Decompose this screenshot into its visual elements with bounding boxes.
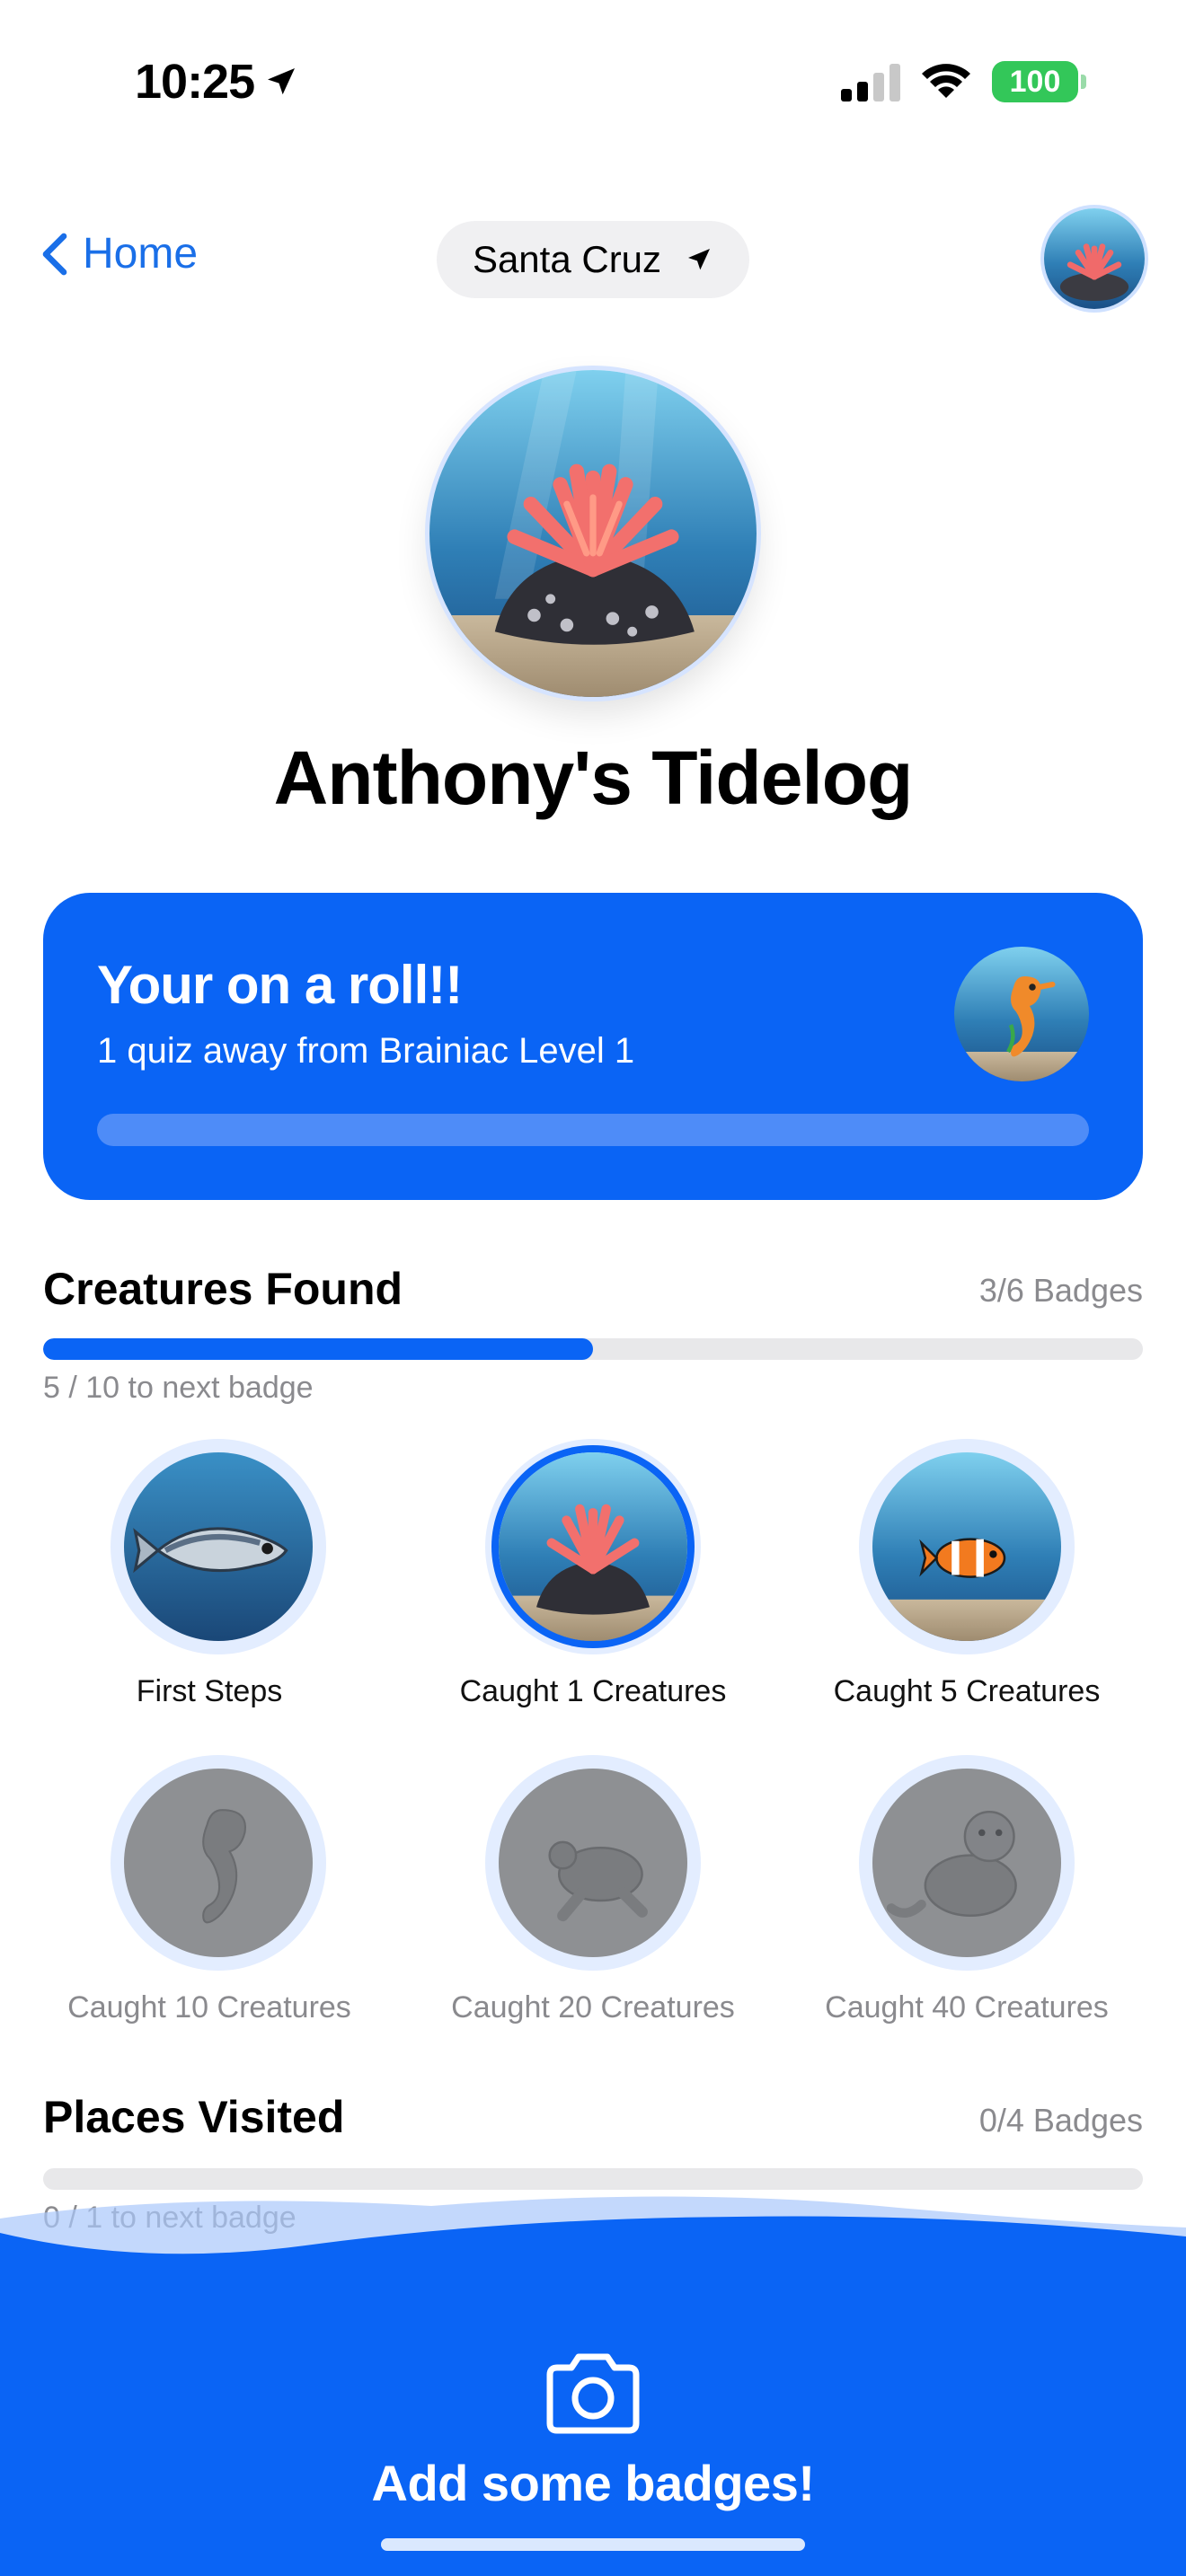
brainiac-badge: [954, 947, 1089, 1081]
badge-label: Caught 10 Creatures: [67, 1990, 351, 2025]
places-progress-bar: [43, 2168, 1143, 2190]
streak-card-subtitle: 1 quiz away from Brainiac Level 1: [97, 1031, 635, 1071]
status-time: 10:25: [135, 54, 299, 110]
status-indicators: 100: [841, 61, 1086, 102]
creatures-section-title: Creatures Found: [43, 1264, 403, 1314]
back-button-label: Home: [83, 230, 199, 278]
badge-first-steps[interactable]: [111, 1439, 326, 1654]
chevron-left-icon: [42, 233, 67, 275]
back-button[interactable]: Home: [40, 229, 198, 278]
location-arrow-icon: [268, 68, 296, 95]
location-arrow-icon: [688, 249, 711, 270]
profile-avatar-button[interactable]: [1044, 208, 1145, 309]
badge-caught-5[interactable]: [859, 1439, 1075, 1654]
badge-label: Caught 1 Creatures: [459, 1674, 727, 1708]
creatures-progress-label: 5 / 10 to next badge: [43, 1371, 314, 1405]
badge-caught-40[interactable]: [859, 1755, 1075, 1971]
location-selector[interactable]: Santa Cruz: [437, 221, 749, 298]
fish-icon: [124, 1452, 313, 1641]
anemone-icon: [1044, 208, 1145, 309]
creatures-progress-bar: [43, 1338, 1143, 1360]
seahorse-icon: [124, 1769, 313, 1957]
places-section-title: Places Visited: [43, 2092, 345, 2142]
creatures-badge-count: 3/6 Badges: [978, 1272, 1143, 1309]
clownfish-icon: [872, 1452, 1061, 1641]
location-label: Santa Cruz: [472, 238, 662, 280]
sea-otter-icon: [872, 1769, 1061, 1957]
streak-progress-bar: [97, 1114, 1089, 1146]
badge-label: Caught 20 Creatures: [451, 1990, 735, 2025]
badge-caught-20[interactable]: [485, 1755, 701, 1971]
seahorse-icon: [954, 947, 1089, 1081]
battery-indicator: 100: [992, 61, 1086, 102]
cellular-signal-icon: [841, 62, 900, 101]
anemone-icon: [499, 1452, 687, 1641]
home-indicator: [381, 2538, 805, 2551]
anemone-icon: [429, 370, 757, 697]
page-title: Anthony's Tidelog: [273, 736, 914, 820]
badge-label: Caught 40 Creatures: [825, 1990, 1109, 2025]
sea-turtle-icon: [499, 1769, 687, 1957]
badge-caught-10[interactable]: [111, 1755, 326, 1971]
badge-label: First Steps: [136, 1674, 283, 1708]
profile-avatar: [429, 370, 757, 697]
streak-card-title: Your on a roll!!: [97, 955, 463, 1015]
camera-icon[interactable]: [543, 2353, 643, 2434]
badge-caught-1[interactable]: [485, 1439, 701, 1654]
creatures-progress-fill: [43, 1338, 593, 1360]
add-badges-button[interactable]: Add some badges!: [0, 2454, 1186, 2512]
places-badge-count: 0/4 Badges: [978, 2102, 1143, 2139]
wifi-icon: [922, 64, 970, 98]
badge-label: Caught 5 Creatures: [833, 1674, 1101, 1708]
